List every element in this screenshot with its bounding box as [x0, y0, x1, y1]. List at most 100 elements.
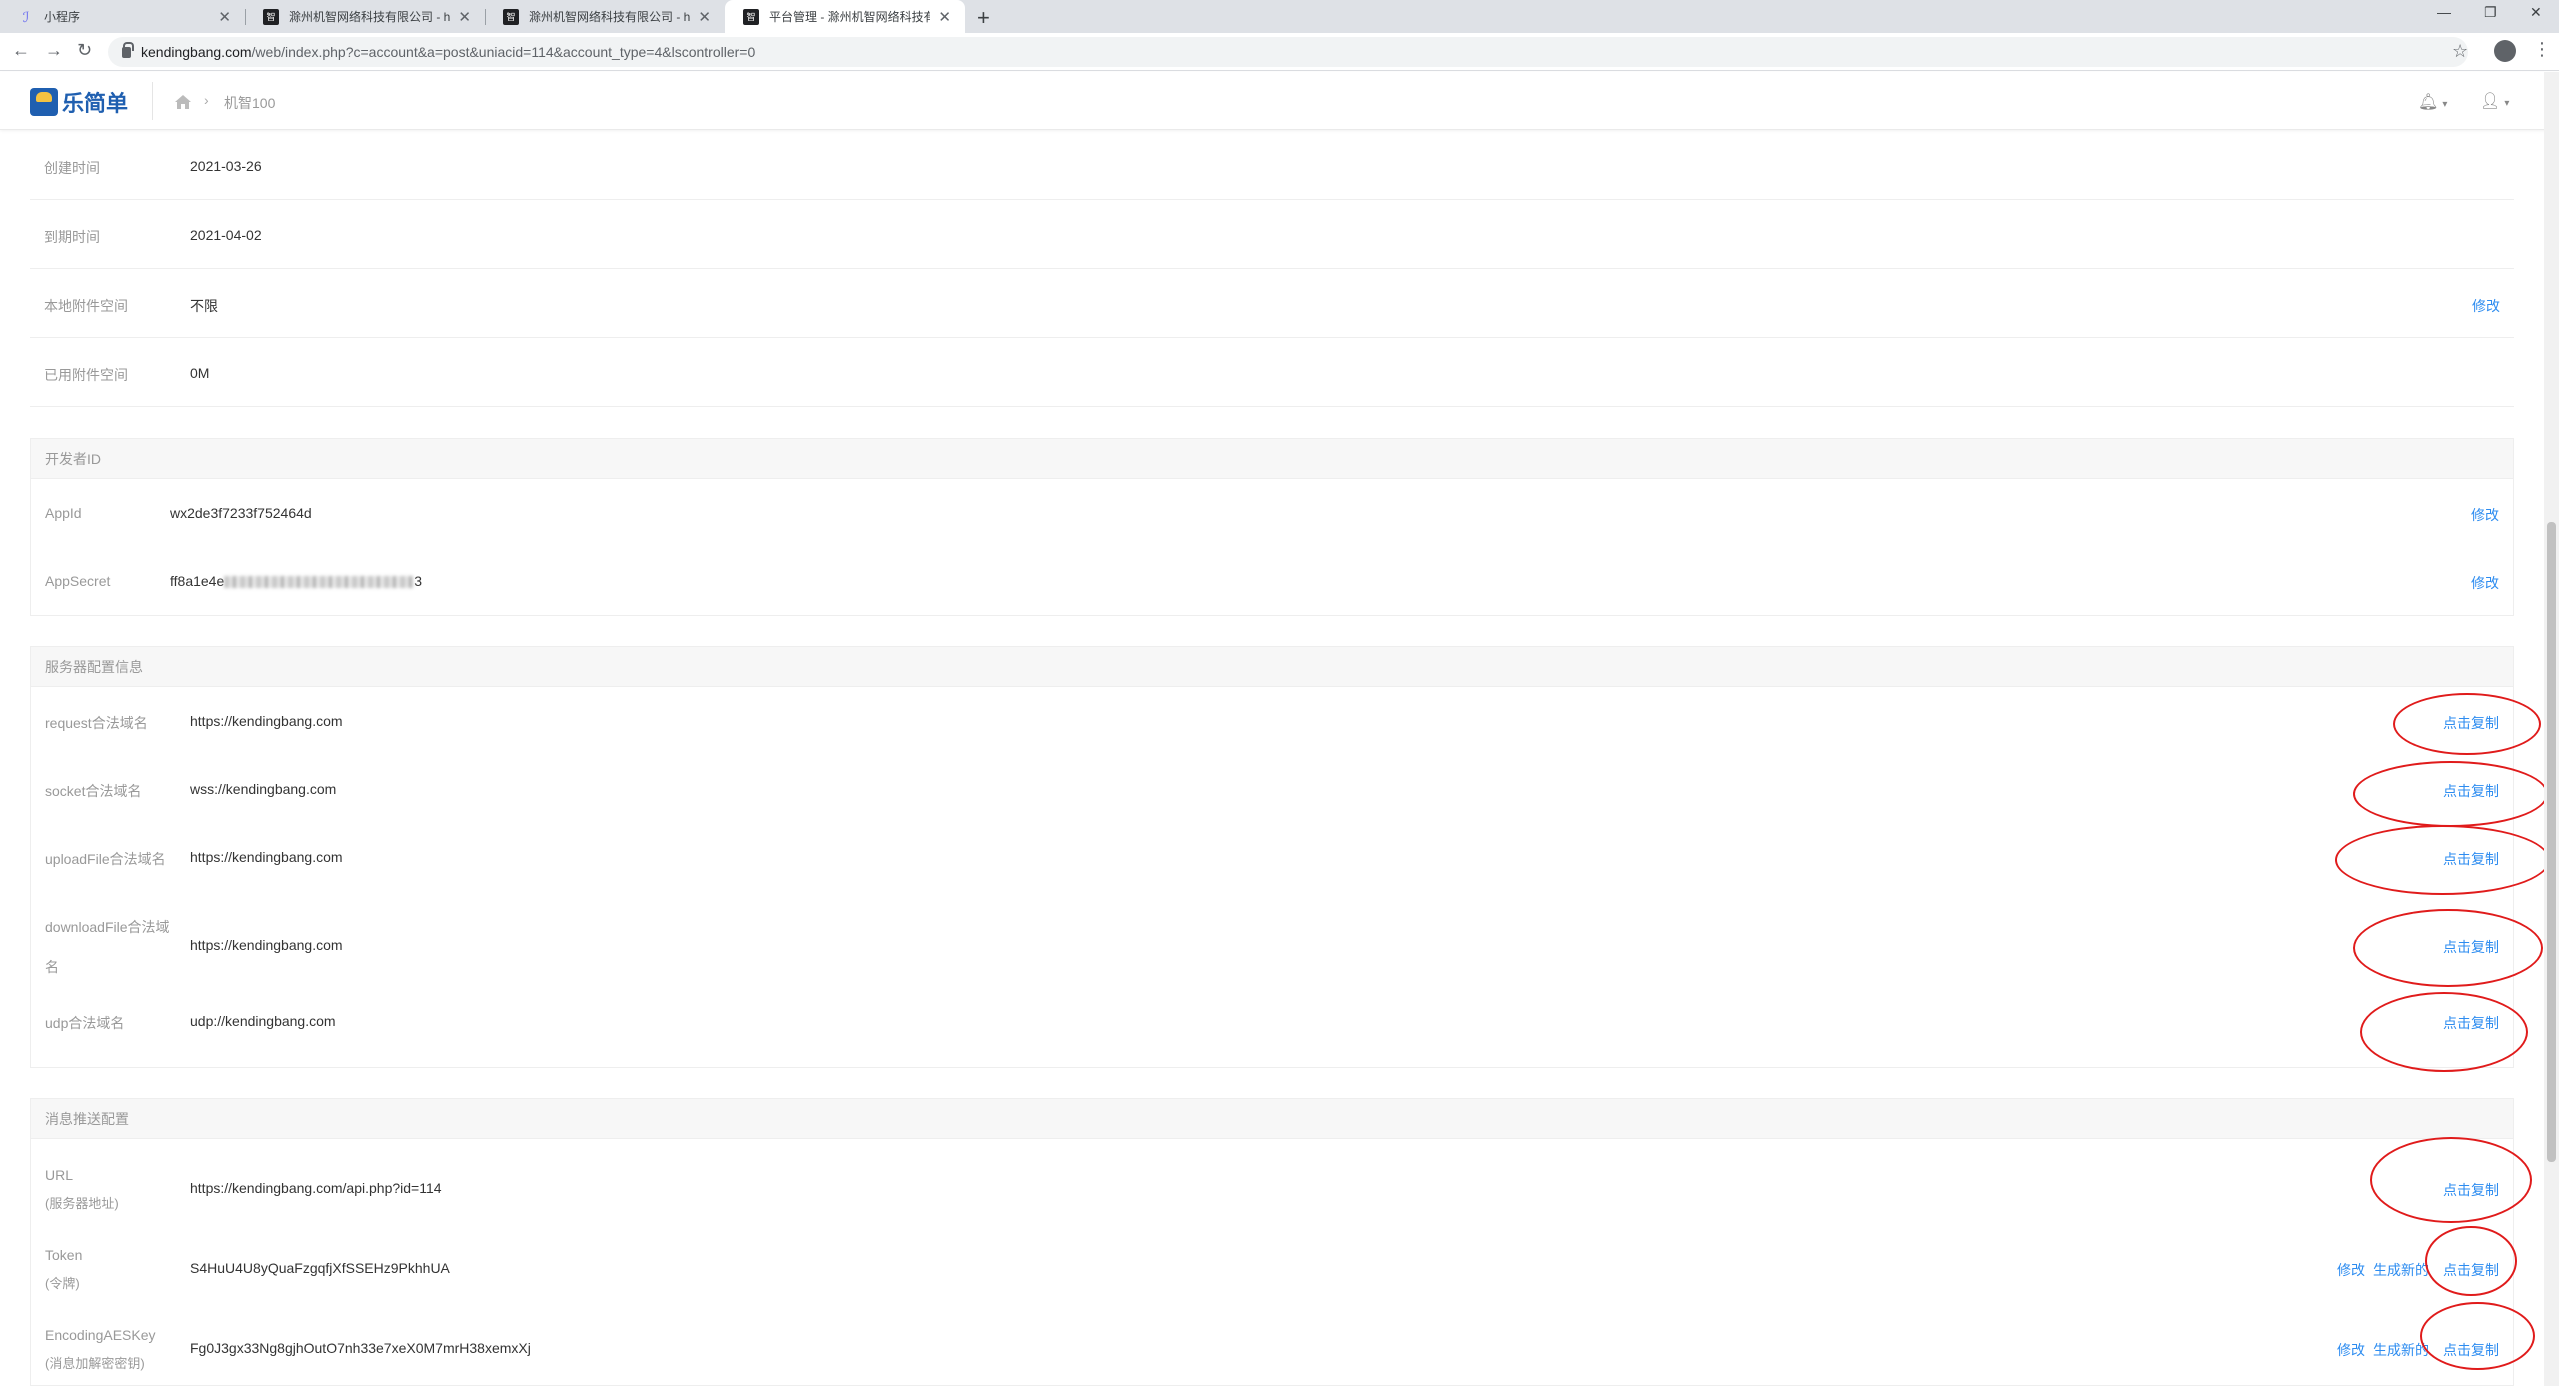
- row-value: udp://kendingbang.com: [190, 1013, 336, 1029]
- browser-tab-strip: ℐ 小程序 ✕ 智 滁州机智网络科技有限公司 - htt ✕ 智 滁州机智网络科…: [0, 0, 2559, 33]
- push-row: URL (服务器地址) https://kendingbang.com/api.…: [31, 1139, 2513, 1219]
- annotation-circle: [2420, 1302, 2535, 1370]
- row-value: 不限: [190, 298, 218, 314]
- server-row: request合法域名 https://kendingbang.com 点击复制: [31, 687, 2513, 755]
- breadcrumb[interactable]: 机智100: [224, 93, 275, 113]
- row-label: URL: [45, 1167, 74, 1183]
- back-icon[interactable]: ←: [12, 40, 30, 61]
- close-icon[interactable]: ✕: [698, 8, 711, 26]
- browser-menu-icon[interactable]: ⋮: [2533, 39, 2551, 60]
- bell-icon[interactable]: 🔔︎ ▾: [2418, 92, 2447, 112]
- row-value: wss://kendingbang.com: [190, 781, 337, 797]
- edit-link[interactable]: 修改: [2472, 296, 2500, 316]
- appsecret-row: AppSecret ff8a1e4e 3 修改: [31, 547, 2513, 615]
- edit-link[interactable]: 修改: [2337, 1260, 2365, 1280]
- row-value: 2021-03-26: [190, 158, 262, 174]
- browser-tab[interactable]: 智 滁州机智网络科技有限公司 - htt ✕: [245, 0, 485, 33]
- annotation-circle: [2335, 825, 2550, 895]
- edit-link[interactable]: 修改: [2471, 573, 2499, 593]
- push-row: EncodingAESKey (消息加解密密钥) Fg0J3gx33Ng8gjh…: [31, 1299, 2513, 1385]
- annotation-circle: [2353, 761, 2548, 827]
- server-row: downloadFile合法域 名 https://kendingbang.co…: [31, 891, 2513, 979]
- forward-icon[interactable]: →: [45, 40, 63, 61]
- restore-icon[interactable]: ❐: [2484, 4, 2497, 21]
- secret-suffix: 3: [414, 573, 423, 589]
- annotation-circle: [2425, 1226, 2517, 1296]
- bookmark-star-icon[interactable]: ☆: [2452, 41, 2468, 62]
- push-row: Token (令牌) S4HuU4U8yQuaFzgqfjXfSSEHz9Pkh…: [31, 1219, 2513, 1299]
- close-icon[interactable]: ✕: [458, 8, 471, 26]
- row-value: https://kendingbang.com/api.php?id=114: [190, 1180, 442, 1196]
- minimize-icon[interactable]: —: [2437, 4, 2451, 20]
- edit-link[interactable]: 修改: [2471, 505, 2499, 525]
- address-bar[interactable]: kendingbang.com/web/index.php?c=account&…: [108, 37, 2468, 67]
- tab-title: 平台管理 - 滁州机智网络科技有限: [769, 10, 931, 24]
- site-logo-icon: 智: [743, 8, 759, 25]
- row-value: Fg0J3gx33Ng8gjhOutO7nh33e7xeX0M7mrH38xem…: [190, 1340, 531, 1356]
- close-icon[interactable]: ✕: [218, 8, 231, 26]
- chevron-right-icon: ›: [204, 92, 209, 108]
- row-label: 到期时间: [44, 229, 100, 245]
- row-label: AppSecret: [45, 573, 111, 589]
- info-row: 本地附件空间 不限 修改: [30, 269, 2514, 338]
- browser-toolbar: ← → ↻ kendingbang.com/web/index.php?c=ac…: [0, 33, 2559, 71]
- row-label-wrap: 名: [45, 959, 59, 975]
- row-value: https://kendingbang.com: [190, 849, 343, 865]
- window-close-icon[interactable]: ✕: [2530, 4, 2542, 21]
- row-label: request合法域名: [45, 715, 148, 731]
- row-sublabel: (消息加解密密钥): [45, 1356, 145, 1371]
- server-row: socket合法域名 wss://kendingbang.com 点击复制: [31, 755, 2513, 823]
- annotation-circle: [2393, 693, 2541, 755]
- secret-prefix: ff8a1e4e: [170, 573, 225, 589]
- brand-logo[interactable]: 乐简单: [30, 86, 128, 118]
- header-divider: [152, 82, 153, 120]
- appid-row: AppId wx2de3f7233f752464d 修改: [31, 479, 2513, 547]
- row-label: socket合法域名: [45, 783, 142, 799]
- row-sublabel: (服务器地址): [45, 1196, 119, 1211]
- brand-name: 乐简单: [62, 91, 129, 116]
- browser-tab-active[interactable]: 智 平台管理 - 滁州机智网络科技有限 ✕: [725, 0, 965, 33]
- row-value: https://kendingbang.com: [190, 713, 343, 729]
- lock-icon[interactable]: [122, 41, 134, 58]
- annotation-circle: [2353, 909, 2543, 987]
- browser-tab[interactable]: 智 滁州机智网络科技有限公司 - htt ✕: [485, 0, 725, 33]
- row-label: EncodingAESKey: [45, 1327, 156, 1343]
- page-scrollbar[interactable]: [2544, 72, 2559, 1386]
- row-label: 创建时间: [44, 160, 100, 176]
- row-value: 2021-04-02: [190, 227, 262, 243]
- row-sublabel: (令牌): [45, 1276, 80, 1291]
- user-icon[interactable]: 👤︎ ▾: [2480, 91, 2509, 111]
- new-tab-icon[interactable]: +: [977, 5, 990, 31]
- scrollbar-thumb[interactable]: [2547, 522, 2556, 1162]
- server-row: udp合法域名 udp://kendingbang.com 点击复制: [31, 979, 2513, 1067]
- site-logo-icon: 智: [503, 8, 519, 25]
- row-label: Token: [45, 1247, 83, 1263]
- appid-value: wx2de3f7233f752464d: [170, 505, 312, 521]
- row-label: AppId: [45, 505, 82, 521]
- app-header: 乐简单 › 机智100 🔔︎ ▾ 👤︎ ▾: [0, 72, 2559, 130]
- site-logo-icon: 智: [263, 8, 279, 25]
- info-row: 已用附件空间 0M: [30, 338, 2514, 407]
- close-icon[interactable]: ✕: [938, 8, 951, 26]
- profile-avatar-icon[interactable]: [2494, 40, 2516, 62]
- developer-id-panel: 开发者ID AppId wx2de3f7233f752464d 修改 AppSe…: [30, 438, 2514, 616]
- generate-new-link[interactable]: 生成新的: [2373, 1260, 2429, 1280]
- row-value: S4HuU4U8yQuaFzgqfjXfSSEHz9PkhhUA: [190, 1260, 450, 1276]
- info-row: 到期时间 2021-04-02: [30, 200, 2514, 269]
- tab-title: 滁州机智网络科技有限公司 - htt: [529, 10, 691, 24]
- home-icon[interactable]: [174, 94, 192, 110]
- server-row: uploadFile合法域名 https://kendingbang.com 点…: [31, 823, 2513, 891]
- brand-mascot-icon: [30, 88, 58, 116]
- row-label: 本地附件空间: [44, 298, 128, 314]
- tab-title: 滁州机智网络科技有限公司 - htt: [289, 10, 451, 24]
- row-label: downloadFile合法域: [45, 919, 170, 935]
- browser-tab[interactable]: ℐ 小程序 ✕: [0, 0, 245, 33]
- row-label: 已用附件空间: [44, 367, 128, 383]
- row-label: udp合法域名: [45, 1015, 125, 1031]
- edit-link[interactable]: 修改: [2337, 1340, 2365, 1360]
- row-value: https://kendingbang.com: [190, 937, 343, 953]
- reload-icon[interactable]: ↻: [77, 40, 92, 61]
- panel-title: 服务器配置信息: [31, 647, 2513, 687]
- appsecret-value: ff8a1e4e 3: [170, 573, 422, 589]
- annotation-circle: [2360, 992, 2528, 1072]
